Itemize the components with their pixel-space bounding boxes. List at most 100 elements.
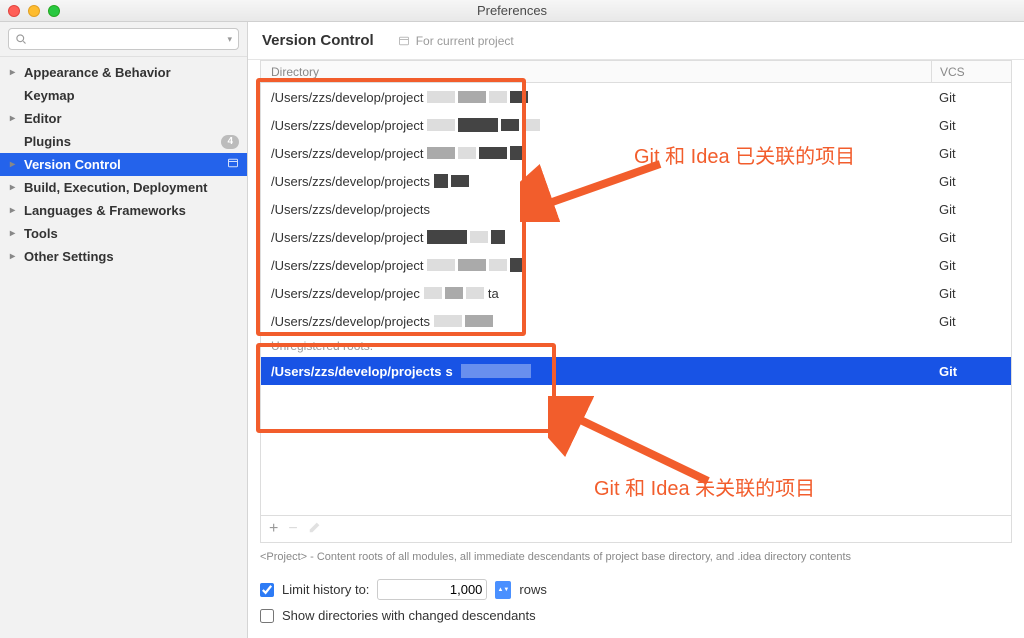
chevron-right-icon: ▸: [10, 205, 20, 216]
sidebar-item-label: Plugins: [24, 134, 71, 149]
preferences-sidebar: ▾ ▸Appearance & Behavior▸Keymap▸Editor▸P…: [0, 22, 248, 638]
dropdown-icon[interactable]: ▾: [227, 34, 232, 45]
limit-history-unit: rows: [519, 582, 546, 597]
project-scope-icon: [398, 35, 410, 47]
redacted-text: [427, 91, 528, 103]
chevron-right-icon: ▸: [10, 113, 20, 124]
search-field[interactable]: ▾: [8, 28, 239, 50]
limit-history-checkbox[interactable]: [260, 583, 274, 597]
vcs-root-directory: /Users/zzs/develop/project: [261, 146, 931, 161]
chevron-right-icon: ▸: [10, 159, 20, 170]
redacted-text: [434, 315, 493, 327]
sidebar-item-build-execution-deployment[interactable]: ▸ Build, Execution, Deployment: [0, 176, 247, 199]
sidebar-item-version-control[interactable]: ▸ Version Control: [0, 153, 247, 176]
limit-history-row: Limit history to: ▲▼ rows: [260, 575, 1012, 604]
chevron-right-icon: ▸: [10, 251, 20, 262]
scope-label: For current project: [416, 34, 514, 48]
redacted-text: [427, 118, 540, 132]
vcs-root-row[interactable]: /Users/zzs/develop/projectGit: [261, 83, 1011, 111]
updates-badge: 4: [221, 135, 239, 149]
vcs-type-label: Git: [931, 146, 1011, 161]
page-title: Version Control: [262, 32, 374, 49]
sidebar-item-label: Editor: [24, 111, 62, 126]
vcs-type-label: Git: [931, 90, 1011, 105]
minimize-window-button[interactable]: [28, 5, 40, 17]
main-header: Version Control For current project: [248, 22, 1024, 60]
limit-history-label: Limit history to:: [282, 582, 369, 597]
vcs-root-row[interactable]: /Users/zzs/develop/projectGit: [261, 139, 1011, 167]
vcs-root-directory: /Users/zzs/develop/projects: [261, 202, 931, 217]
window-title: Preferences: [477, 3, 547, 18]
sidebar-item-appearance-behavior[interactable]: ▸ Appearance & Behavior: [0, 61, 247, 84]
vcs-root-row[interactable]: /Users/zzs/develop/projectssGit: [261, 357, 1011, 385]
vcs-type-label: Git: [931, 286, 1011, 301]
scope-indicator: For current project: [398, 34, 514, 48]
redacted-text: [427, 230, 505, 244]
remove-root-button[interactable]: −: [288, 521, 297, 537]
vcs-type-label: Git: [931, 202, 1011, 217]
vcs-root-directory: /Users/zzs/develop/project: [261, 230, 931, 245]
redacted-text: [424, 287, 484, 299]
unregistered-roots-caption: Unregistered roots:: [261, 335, 1011, 357]
vcs-list-toolbar: + −: [260, 516, 1012, 543]
search-input[interactable]: [31, 32, 227, 46]
vcs-root-directory: /Users/zzs/develop/project: [261, 258, 931, 273]
chevron-right-icon: ▸: [10, 67, 20, 78]
sidebar-item-label: Tools: [24, 226, 58, 241]
vcs-type-label: Git: [931, 174, 1011, 189]
vcs-root-directory: /Users/zzs/develop/projecta: [261, 286, 931, 301]
sidebar-item-label: Languages & Frameworks: [24, 203, 186, 218]
vcs-root-row[interactable]: /Users/zzs/develop/projectGit: [261, 111, 1011, 139]
redacted-text: [461, 364, 531, 378]
show-dirs-checkbox[interactable]: [260, 609, 274, 623]
sidebar-item-tools[interactable]: ▸ Tools: [0, 222, 247, 245]
vcs-root-directory: /Users/zzs/develop/project: [261, 90, 931, 105]
sidebar-item-label: Appearance & Behavior: [24, 65, 171, 80]
show-dirs-label: Show directories with changed descendant…: [282, 608, 536, 623]
vcs-root-row[interactable]: /Users/zzs/develop/projectGit: [261, 223, 1011, 251]
vcs-root-directory: /Users/zzs/develop/project: [261, 118, 931, 133]
search-icon: [15, 33, 27, 45]
vcs-root-row[interactable]: /Users/zzs/develop/projectsGit: [261, 167, 1011, 195]
column-header-directory[interactable]: Directory: [261, 65, 931, 79]
project-scope-icon: [227, 157, 239, 172]
sidebar-item-label: Version Control: [24, 157, 121, 172]
sidebar-item-label: Keymap: [24, 88, 75, 103]
vcs-type-label: Git: [931, 258, 1011, 273]
redacted-text: [427, 146, 524, 160]
traffic-lights: [8, 5, 60, 17]
vcs-type-label: Git: [931, 314, 1011, 329]
redacted-text: [427, 258, 524, 272]
sidebar-item-languages-frameworks[interactable]: ▸ Languages & Frameworks: [0, 199, 247, 222]
sidebar-item-label: Other Settings: [24, 249, 114, 264]
show-dirs-row: Show directories with changed descendant…: [260, 604, 1012, 627]
column-header-vcs[interactable]: VCS: [931, 61, 1011, 82]
vcs-root-row[interactable]: /Users/zzs/develop/projectsGit: [261, 195, 1011, 223]
vcs-type-label: Git: [931, 118, 1011, 133]
project-root-hint: <Project> - Content roots of all modules…: [248, 543, 1024, 571]
close-window-button[interactable]: [8, 5, 20, 17]
limit-history-stepper[interactable]: ▲▼: [495, 581, 511, 599]
vcs-type-label: Git: [931, 364, 1011, 379]
redacted-text: [434, 174, 469, 188]
add-root-button[interactable]: +: [269, 521, 278, 537]
chevron-right-icon: ▸: [10, 182, 20, 193]
chevron-right-icon: ▸: [10, 228, 20, 239]
main-panel: Version Control For current project Dire…: [248, 22, 1024, 638]
vcs-root-row[interactable]: /Users/zzs/develop/projectsGit: [261, 307, 1011, 335]
settings-tree: ▸Appearance & Behavior▸Keymap▸Editor▸Plu…: [0, 57, 247, 268]
vcs-root-directory: /Users/zzs/develop/projects: [261, 174, 931, 189]
vcs-root-directory: /Users/zzs/develop/projectss: [261, 364, 931, 379]
sidebar-item-editor[interactable]: ▸ Editor: [0, 107, 247, 130]
zoom-window-button[interactable]: [48, 5, 60, 17]
edit-root-button[interactable]: [308, 520, 322, 538]
vcs-root-row[interactable]: /Users/zzs/develop/projectGit: [261, 251, 1011, 279]
sidebar-item-plugins[interactable]: ▸Plugins4: [0, 130, 247, 153]
window-titlebar: Preferences: [0, 0, 1024, 22]
vcs-root-row[interactable]: /Users/zzs/develop/projectaGit: [261, 279, 1011, 307]
limit-history-field[interactable]: [377, 579, 487, 600]
vcs-type-label: Git: [931, 230, 1011, 245]
sidebar-item-keymap[interactable]: ▸Keymap: [0, 84, 247, 107]
sidebar-item-other-settings[interactable]: ▸ Other Settings: [0, 245, 247, 268]
sidebar-item-label: Build, Execution, Deployment: [24, 180, 207, 195]
